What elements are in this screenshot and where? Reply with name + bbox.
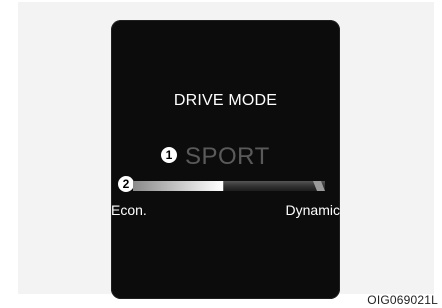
figure-code: OIG069021L [367,293,438,307]
drive-mode-bar [133,181,325,191]
callout-1: 1 [161,147,177,163]
bar-fill [133,181,224,191]
figure: DRIVE MODE 1 SPORT 2 Econ. Dynamic OIG06… [0,0,442,308]
scale-label-dynamic: Dynamic [285,202,340,218]
drive-mode-display: DRIVE MODE 1 SPORT 2 Econ. Dynamic [111,20,340,299]
drive-mode-label: SPORT [185,143,270,170]
display-title: DRIVE MODE [173,92,278,109]
scale-label-econ: Econ. [111,202,147,218]
callout-2: 2 [118,176,134,192]
